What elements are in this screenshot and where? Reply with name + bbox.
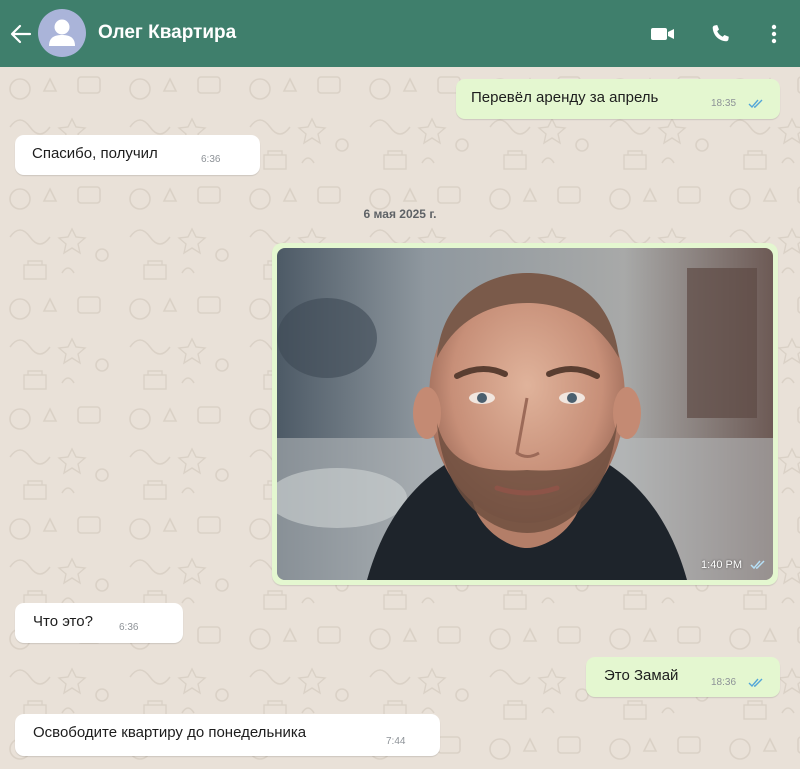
- chat-app: Олег Квартира Перевёл аренду за апрель 1…: [0, 0, 800, 769]
- portrait-image: [277, 248, 773, 580]
- message-text: Что это?: [33, 613, 93, 630]
- avatar[interactable]: [38, 9, 86, 57]
- double-check-icon: [750, 560, 765, 570]
- message-bubble-outgoing[interactable]: Перевёл аренду за апрель 18:35: [456, 79, 780, 119]
- message-text: Это Замай: [604, 667, 679, 684]
- message-text: Освободите квартиру до понедельника: [33, 724, 307, 741]
- message-time: 7:44: [386, 736, 406, 747]
- double-check-icon: [748, 99, 763, 109]
- message-bubble-outgoing[interactable]: Это Замай 18:36: [586, 657, 780, 697]
- message-bubble-incoming[interactable]: Что это? 6:36: [15, 603, 183, 643]
- message-time: 6:36: [201, 154, 221, 165]
- message-bubble-outgoing-image[interactable]: 1:40 PM: [272, 243, 778, 585]
- arrow-left-icon[interactable]: [8, 21, 34, 47]
- chat-header: Олег Квартира: [0, 0, 800, 67]
- double-check-icon: [748, 678, 763, 688]
- more-vertical-icon[interactable]: [764, 22, 784, 46]
- message-time: 6:36: [119, 622, 139, 633]
- phone-icon[interactable]: [708, 22, 732, 46]
- message-bubble-incoming[interactable]: Спасибо, получил 6:36: [15, 135, 260, 175]
- person-icon: [49, 19, 75, 46]
- man-portrait-photo[interactable]: [277, 248, 773, 580]
- message-time: 18:36: [711, 677, 737, 688]
- date-separator: 6 мая 2025 г.: [363, 207, 437, 221]
- contact-name[interactable]: Олег Квартира: [98, 22, 236, 44]
- message-text: Перевёл аренду за апрель: [471, 89, 659, 106]
- message-time: 1:40 PM: [701, 559, 742, 571]
- video-camera-icon[interactable]: [648, 22, 678, 46]
- message-time: 18:35: [711, 98, 737, 109]
- message-bubble-incoming[interactable]: Освободите квартиру до понедельника 7:44: [15, 714, 440, 756]
- message-text: Спасибо, получил: [32, 145, 158, 162]
